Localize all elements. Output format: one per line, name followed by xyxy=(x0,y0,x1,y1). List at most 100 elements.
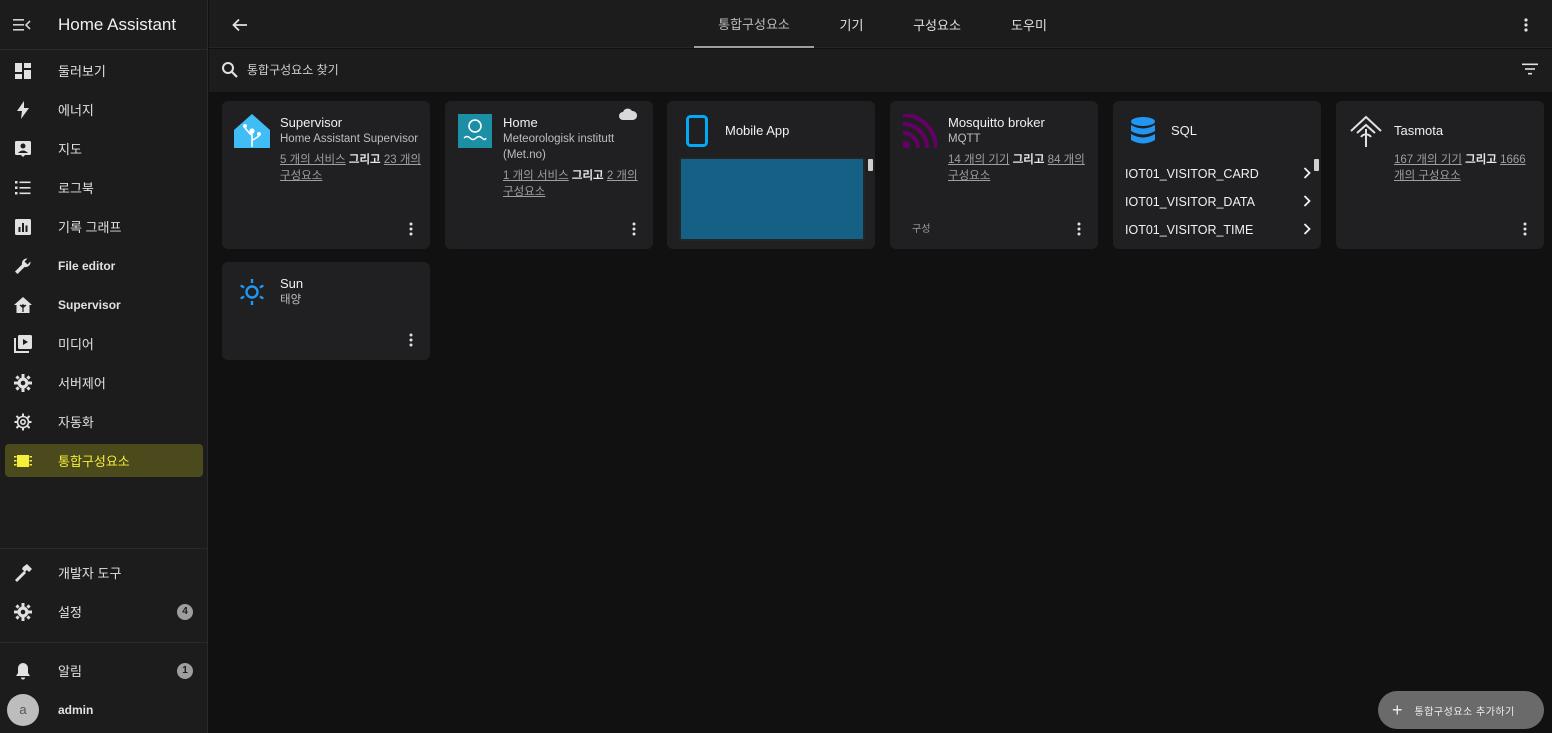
card-links: 14 개의 기기 그리고 84 개의 구성요소 xyxy=(948,152,1090,184)
scrollbar-thumb[interactable] xyxy=(1314,159,1319,171)
tab-integrations[interactable]: 통합구성요소 xyxy=(694,0,814,48)
sidebar-item-map[interactable]: 지도 xyxy=(5,132,203,165)
sidebar-item-settings[interactable]: 설정 4 xyxy=(5,595,203,628)
plus-icon: + xyxy=(1392,700,1403,720)
scrollbar-thumb[interactable] xyxy=(868,159,873,171)
more-vert-icon[interactable] xyxy=(1074,221,1084,237)
cog-outline-icon xyxy=(13,412,33,432)
sidebar-item-integrations[interactable]: 통합구성요소 xyxy=(5,444,203,477)
back-arrow-icon[interactable] xyxy=(229,14,251,36)
sidebar-item-label: 개발자 도구 xyxy=(58,566,122,581)
card-subtitle: Home Assistant Supervisor xyxy=(280,133,419,145)
scroll-down-icon[interactable] xyxy=(1315,241,1319,249)
sidebar-item-label: 자동화 xyxy=(58,415,94,430)
search-bar xyxy=(209,49,1552,92)
sidebar-item-label: 통합구성요소 xyxy=(58,454,130,469)
lightning-icon xyxy=(13,100,33,120)
sidebar-header: Home Assistant xyxy=(0,0,207,50)
more-vert-icon[interactable] xyxy=(406,221,416,237)
scroll-down-icon[interactable] xyxy=(869,241,873,249)
cog-icon xyxy=(13,373,33,393)
bell-icon xyxy=(13,661,33,681)
menu-collapse-icon[interactable] xyxy=(12,15,32,35)
configure-button[interactable]: 구성 xyxy=(912,220,930,235)
app-title: Home Assistant xyxy=(58,14,177,34)
card-links: 1 개의 서비스 그리고 2 개의 구성요소 xyxy=(503,168,645,200)
mqtt-logo-icon xyxy=(902,113,938,149)
sidebar-item-label: 둘러보기 xyxy=(58,64,106,79)
card-title: Tasmota xyxy=(1394,123,1444,138)
integration-card-tasmota[interactable]: Tasmota 167 개의 기기 그리고 1666 개의 구성요소 xyxy=(1336,101,1544,249)
sidebar-divider xyxy=(0,548,208,549)
sidebar-item-label: 알림 xyxy=(58,664,82,679)
tab-helpers[interactable]: 도우미 xyxy=(999,0,1059,48)
card-title: Home xyxy=(503,115,538,130)
services-link[interactable]: 1 개의 서비스 xyxy=(503,170,569,182)
search-input[interactable] xyxy=(247,59,847,81)
card-title: Mosquitto broker xyxy=(948,115,1045,130)
more-vert-icon[interactable] xyxy=(1518,16,1534,34)
sidebar-item-energy[interactable]: 에너지 xyxy=(5,93,203,126)
integration-card-mobile-app[interactable]: Mobile App xyxy=(667,101,875,249)
add-integration-button[interactable]: + 통합구성요소 추가하기 xyxy=(1378,691,1544,729)
and-text: 그리고 xyxy=(1012,154,1045,166)
avatar: a xyxy=(7,693,39,726)
more-vert-icon[interactable] xyxy=(1520,221,1530,237)
sql-entry-label: IOT01_VISITOR_DATA xyxy=(1125,195,1255,209)
sidebar-item-label: 기록 그래프 xyxy=(58,220,122,235)
sidebar-item-developer-tools[interactable]: 개발자 도구 xyxy=(5,556,203,589)
sidebar-item-logbook[interactable]: 로그북 xyxy=(5,171,203,204)
sql-entry-label: IOT01_VISITOR_CARD xyxy=(1125,167,1259,181)
sidebar-item-server-control[interactable]: 서버제어 xyxy=(5,366,203,399)
supervisor-logo-icon xyxy=(234,113,270,149)
integration-card-sun[interactable]: Sun 태양 xyxy=(222,262,430,360)
integration-card-mosquitto[interactable]: Mosquitto broker MQTT 14 개의 기기 그리고 84 개의… xyxy=(890,101,1098,249)
sidebar-item-history[interactable]: 기록 그래프 xyxy=(5,210,203,243)
and-text: 그리고 xyxy=(348,154,381,166)
sidebar-item-label: 에너지 xyxy=(58,103,94,118)
play-box-icon xyxy=(13,334,33,354)
sidebar-item-media[interactable]: 미디어 xyxy=(5,327,203,360)
cloud-icon xyxy=(619,107,638,125)
sidebar: Home Assistant 둘러보기 에너지 지도 로그북 기록 그래프 Fi… xyxy=(0,0,208,733)
sql-entry-label: IOT01_VISITOR_TIME xyxy=(1125,223,1254,237)
integration-card-home[interactable]: Home Meteorologisk institutt (Met.no) 1 … xyxy=(445,101,653,249)
card-links: 167 개의 기기 그리고 1666 개의 구성요소 xyxy=(1394,152,1536,184)
more-vert-icon[interactable] xyxy=(629,221,639,237)
devices-link[interactable]: 167 개의 기기 xyxy=(1394,154,1462,166)
card-subtitle: 태양 xyxy=(280,294,302,306)
sidebar-item-profile[interactable]: a admin xyxy=(5,693,203,726)
filter-icon[interactable] xyxy=(1522,62,1540,80)
cog-icon xyxy=(13,602,33,622)
integration-card-supervisor[interactable]: Supervisor Home Assistant Supervisor 5 개… xyxy=(222,101,430,249)
integration-card-sql[interactable]: SQL IOT01_VISITOR_CARD IOT01_VISITOR_DAT… xyxy=(1113,101,1321,249)
card-links: 5 개의 서비스 그리고 23 개의 구성요소 xyxy=(280,152,422,184)
top-bar: 통합구성요소 기기 구성요소 도우미 xyxy=(209,0,1552,48)
sql-entry-row[interactable]: IOT01_VISITOR_CARD xyxy=(1125,160,1311,188)
devices-link[interactable]: 14 개의 기기 xyxy=(948,154,1010,166)
chevron-right-icon xyxy=(1303,166,1311,182)
card-subtitle: MQTT xyxy=(948,133,981,145)
chevron-right-icon xyxy=(1303,194,1311,210)
settings-badge: 4 xyxy=(177,603,193,620)
sidebar-item-automation[interactable]: 자동화 xyxy=(5,405,203,438)
sidebar-item-label: 지도 xyxy=(58,142,82,157)
list-icon xyxy=(13,178,33,198)
sidebar-item-file-editor[interactable]: File editor xyxy=(5,249,203,282)
sql-entry-row[interactable]: IOT01_VISITOR_DATA xyxy=(1125,188,1311,216)
sidebar-item-supervisor[interactable]: Supervisor xyxy=(5,288,203,321)
more-vert-icon[interactable] xyxy=(406,332,416,348)
tab-devices[interactable]: 기기 xyxy=(824,0,879,48)
sidebar-item-notifications[interactable]: 알림 1 xyxy=(5,654,203,687)
wrench-icon xyxy=(13,256,33,276)
tasmota-logo-icon xyxy=(1348,113,1384,149)
device-list-area[interactable] xyxy=(679,157,865,241)
sidebar-item-label: Supervisor xyxy=(58,297,121,312)
and-text: 그리고 xyxy=(571,170,604,182)
home-assistant-icon xyxy=(13,295,33,315)
sidebar-item-overview[interactable]: 둘러보기 xyxy=(5,54,203,87)
sidebar-item-label: 미디어 xyxy=(58,337,94,352)
tab-entities[interactable]: 구성요소 xyxy=(904,0,970,48)
services-link[interactable]: 5 개의 서비스 xyxy=(280,154,346,166)
sql-entry-row[interactable]: IOT01_VISITOR_TIME xyxy=(1125,216,1311,244)
